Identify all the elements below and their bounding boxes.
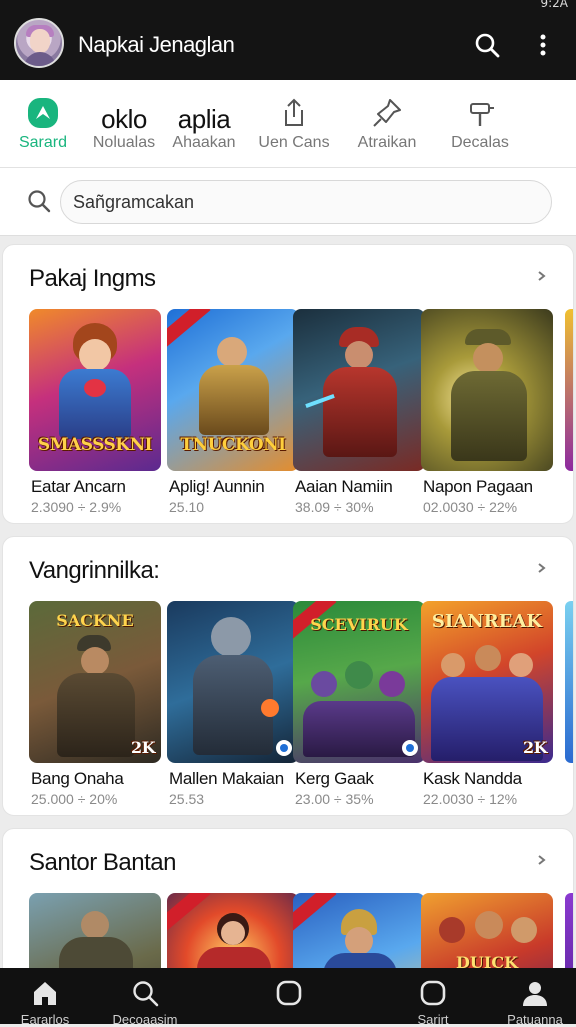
app-thumbnail (167, 601, 299, 763)
app-meta: 25.10 (169, 499, 205, 515)
play-badge-icon (402, 740, 418, 756)
app-name: Bang Onaha (31, 769, 124, 788)
play-badge-icon (276, 740, 292, 756)
game-logo-text: TNUCKONI (180, 435, 286, 455)
section-title: Santor Bantan (29, 849, 176, 876)
app-meta: 02.0030 ÷ 22% (423, 499, 518, 515)
app-meta: 23.00 ÷ 35% (295, 791, 374, 807)
game-logo-text: SACKNE (56, 611, 134, 630)
nav-label: Patuanna (507, 1012, 563, 1027)
share-icon (285, 98, 303, 126)
app-name: Aplig! Aunnin (169, 477, 265, 496)
hammer-icon (470, 103, 494, 126)
category-tab-atraikan[interactable]: Atraikan (346, 80, 428, 168)
app-thumbnail: SMASSSKNI (29, 309, 161, 471)
app-name: Eatar Ancarn (31, 477, 126, 496)
app-name: Kask Nandda (423, 769, 522, 788)
app-thumbnail: SCEVIRUK (293, 601, 425, 763)
app-thumbnail: SACKNE 2K (29, 601, 161, 763)
app-thumbnail: TNUCKONI (167, 309, 299, 471)
category-label: Nolualas (92, 134, 156, 151)
badge-text: 2K (130, 738, 156, 757)
app-card-partial (565, 309, 573, 471)
section-pakaj-ingms: Pakaj Ingms SMASSSKNI Eatar Ancarn 2.309… (2, 244, 574, 524)
section-title: Pakaj Ingms (29, 265, 156, 292)
category-bar: Sarard oklo Nolualas aplia Ahaakan Uen C… (0, 80, 576, 168)
app-name: Kerg Gaak (295, 769, 374, 788)
search-input[interactable] (73, 191, 533, 213)
nav-label: Eararlos (20, 1012, 70, 1027)
category-label: Uen Cans (258, 134, 330, 151)
app-meta: 2.3090 ÷ 2.9% (31, 499, 122, 515)
status-time: 9:2A (540, 0, 568, 10)
nav-label: Sarirt (417, 1012, 449, 1027)
category-tab-nolualas[interactable]: oklo Nolualas (84, 80, 164, 168)
app-meta: 25.000 ÷ 20% (31, 791, 118, 807)
status-bar: 9:2A (0, 0, 576, 10)
nav-item-home[interactable]: Eararlos (0, 968, 90, 1027)
search-icon[interactable] (472, 30, 502, 60)
chevron-right-icon[interactable] (535, 269, 549, 283)
app-thumbnail (293, 309, 425, 471)
section-santor-bantan: Santor Bantan DUICK (2, 828, 574, 988)
category-tab-uen-cans[interactable]: Uen Cans (252, 80, 336, 168)
app-thumbnail (421, 309, 553, 471)
category-tab-sarard[interactable]: Sarard (8, 80, 78, 168)
category-big-text: aplia (177, 104, 231, 134)
nav-item-center[interactable] (244, 968, 334, 1024)
avatar[interactable] (14, 18, 64, 68)
search-icon (133, 981, 159, 1007)
home-icon (34, 982, 56, 1005)
section-vangrinnilka: Vangrinnilka: SACKNE 2K Bang Onaha 25.00… (2, 536, 574, 816)
profile-icon (523, 982, 547, 1006)
search-box[interactable] (60, 180, 552, 224)
game-logo-text: SMASSSKNI (37, 435, 153, 455)
category-label: Decalas (451, 134, 509, 151)
app-card-partial (565, 601, 573, 763)
category-tab-decalas[interactable]: Decalas (438, 80, 522, 168)
app-logo-icon (28, 98, 58, 128)
app-meta: 22.0030 ÷ 12% (423, 791, 518, 807)
more-vert-icon[interactable] (528, 30, 558, 60)
app-bar: Napkai Jenaglan (0, 10, 576, 80)
app-name: Napon Pagaan (423, 477, 533, 496)
nav-item-profile[interactable]: Patuanna (490, 968, 576, 1027)
badge-text: 2K (522, 738, 548, 757)
section-title: Vangrinnilka: (29, 557, 160, 584)
chevron-right-icon[interactable] (535, 561, 549, 575)
app-thumbnail: SIANREAK 2K (421, 601, 553, 763)
app-meta: 25.53 (169, 791, 205, 807)
nav-label: Decoaasim (112, 1012, 178, 1027)
pin-icon (373, 99, 401, 127)
bottom-nav: Eararlos Decoaasim Sarirt Patuanna (0, 968, 576, 1027)
square-icon (276, 980, 302, 1006)
app-name: Mallen Makaian (169, 769, 284, 788)
category-label: Atraikan (357, 134, 417, 151)
chevron-right-icon[interactable] (535, 853, 549, 867)
nav-item-sarirt[interactable]: Sarirt (388, 968, 478, 1027)
category-label: Sarard (18, 134, 68, 151)
app-meta: 38.09 ÷ 30% (295, 499, 374, 515)
category-label: Ahaakan (172, 134, 236, 151)
category-big-text: oklo (101, 104, 147, 134)
game-logo-text: SIANREAK (431, 611, 543, 632)
search-icon (28, 190, 51, 213)
search-row (0, 168, 576, 236)
square-icon (420, 980, 446, 1006)
app-title: Napkai Jenaglan (78, 32, 235, 57)
nav-item-search[interactable]: Decoaasim (100, 968, 190, 1027)
category-tab-ahaakan[interactable]: aplia Ahaakan (164, 80, 244, 168)
app-name: Aaian Namiin (295, 477, 393, 496)
game-logo-text: SCEVIRUK (310, 615, 408, 634)
